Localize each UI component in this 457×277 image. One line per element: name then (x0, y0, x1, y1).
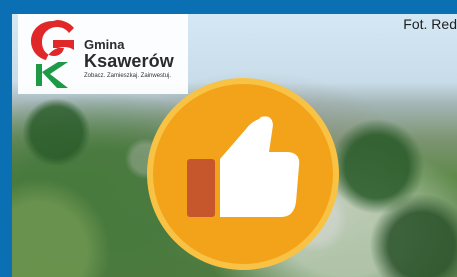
brand-name-line1: Gmina (84, 37, 125, 52)
thumbs-up-icon (147, 78, 339, 270)
municipality-logo-icon (31, 20, 74, 88)
photo-credit: Fot. Red (403, 16, 457, 32)
brand-name-line2: Ksawerów (84, 51, 174, 71)
thumbs-up-badge[interactable] (145, 76, 341, 272)
